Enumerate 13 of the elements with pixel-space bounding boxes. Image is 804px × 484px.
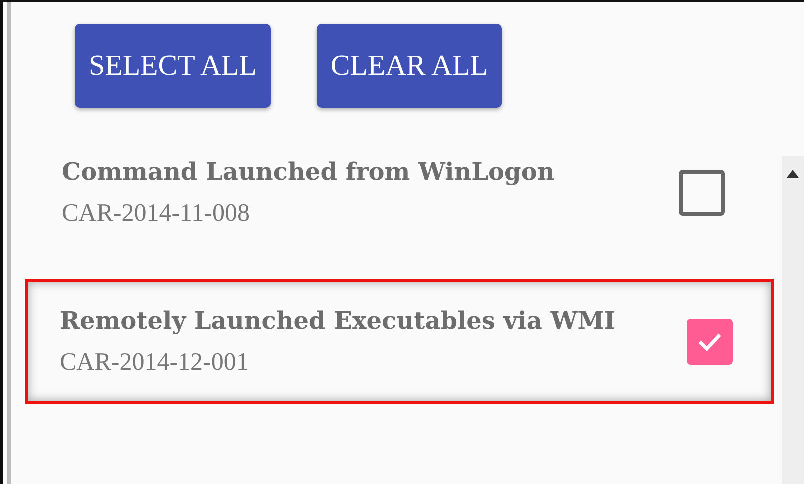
- checkbox[interactable]: [687, 318, 733, 364]
- checkbox[interactable]: [679, 170, 725, 216]
- checkmark-icon: [697, 332, 723, 352]
- item-title: Remotely Launched Executables via WMI: [60, 306, 616, 335]
- scroll-up-icon[interactable]: [787, 170, 799, 178]
- item-id: CAR-2014-11-008: [62, 200, 251, 228]
- item-title: Command Launched from WinLogon: [62, 157, 555, 186]
- list-item[interactable]: Command Launched from WinLogon CAR-2014-11-008: [25, 150, 774, 235]
- item-id: CAR-2014-12-001: [60, 349, 250, 377]
- highlighted-list-item[interactable]: Remotely Launched Executables via WMI CAR-2014-12-001: [25, 279, 774, 404]
- scrollbar[interactable]: [782, 156, 804, 484]
- clear-all-button[interactable]: CLEAR ALL: [316, 24, 502, 108]
- select-all-button[interactable]: SELECT ALL: [75, 24, 271, 108]
